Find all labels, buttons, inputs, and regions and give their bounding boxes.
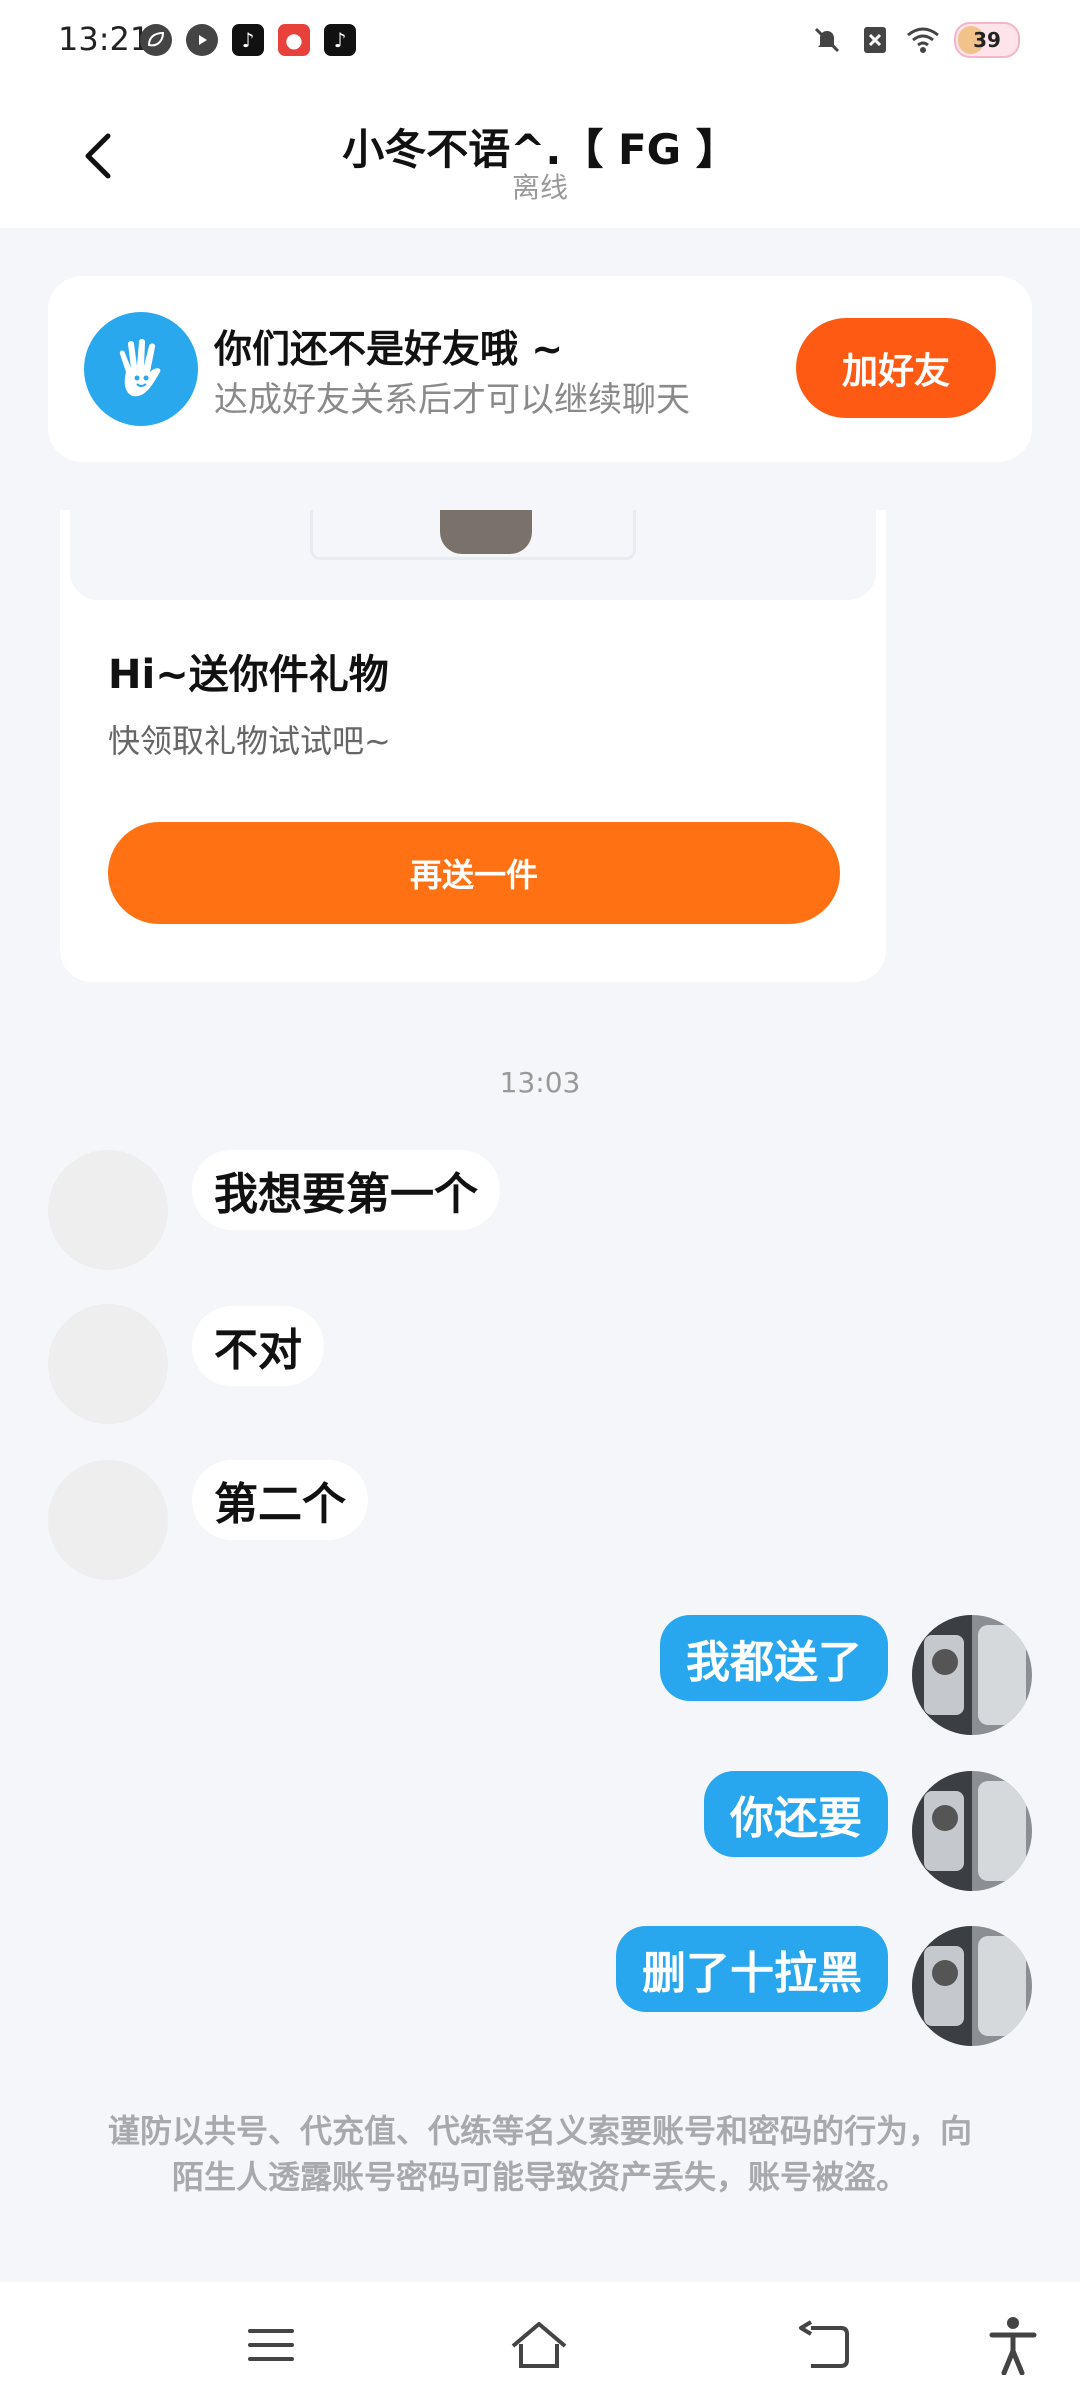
gift-title: Hi~送你件礼物 <box>108 652 389 698</box>
status-bar: 13:21 ♪ ● ♪ 39 <box>0 0 1080 82</box>
mute-icon <box>810 23 844 57</box>
gift-subtitle: 快领取礼物试试吧~ <box>108 722 391 760</box>
menu-icon[interactable] <box>234 2308 308 2382</box>
home-icon[interactable] <box>502 2308 576 2382</box>
send-another-gift-button[interactable]: 再送一件 <box>108 822 840 924</box>
wifi-icon <box>906 23 940 57</box>
wave-hand-icon <box>84 312 198 426</box>
battery-level: 39 <box>973 28 1001 52</box>
message-bubble-outgoing[interactable]: 你还要 <box>704 1771 888 1857</box>
system-nav-bar <box>0 2282 1080 2408</box>
gift-image <box>70 510 876 600</box>
video-play-icon <box>186 24 218 56</box>
tiktok-lite-icon: ♪ <box>324 24 356 56</box>
contact-avatar[interactable] <box>48 1304 168 1424</box>
system-icons: 39 <box>810 22 1020 58</box>
message-bubble-incoming[interactable]: 不对 <box>192 1306 324 1386</box>
my-avatar[interactable] <box>912 1615 1032 1735</box>
not-friends-banner: 你们还不是好友哦 ~ 达成好友关系后才可以继续聊天 加好友 <box>48 276 1032 462</box>
red-app-icon: ● <box>278 24 310 56</box>
message-bubble-outgoing[interactable]: 删了十拉黑 <box>616 1926 888 2012</box>
online-status: 离线 <box>511 171 568 204</box>
my-avatar[interactable] <box>912 1926 1032 2046</box>
gift-card[interactable]: Hi~送你件礼物 快领取礼物试试吧~ 再送一件 <box>60 510 886 982</box>
no-sim-icon <box>858 23 892 57</box>
my-avatar[interactable] <box>912 1771 1032 1891</box>
leaf-icon <box>140 24 172 56</box>
tiktok-icon: ♪ <box>232 24 264 56</box>
back-nav-icon[interactable] <box>788 2308 862 2382</box>
message-bubble-incoming[interactable]: 第二个 <box>192 1460 368 1540</box>
banner-subtitle: 达成好友关系后才可以继续聊天 <box>214 380 690 420</box>
security-warning: 谨防以共号、代充值、代练等名义索要账号和密码的行为，向陌生人透露账号密码可能导致… <box>107 2112 972 2196</box>
time-separator: 13:03 <box>499 1066 581 1099</box>
accessibility-icon[interactable] <box>976 2308 1050 2382</box>
message-bubble-outgoing[interactable]: 我都送了 <box>660 1615 888 1701</box>
battery-icon: 39 <box>954 22 1020 58</box>
chat-header: 小冬不语^.【 FG 】 离线 <box>0 82 1080 228</box>
add-friend-button[interactable]: 加好友 <box>796 318 996 418</box>
contact-avatar[interactable] <box>48 1150 168 1270</box>
status-time: 13:21 <box>58 20 151 58</box>
banner-title: 你们还不是好友哦 ~ <box>214 327 564 371</box>
message-bubble-incoming[interactable]: 我想要第一个 <box>192 1150 500 1230</box>
contact-avatar[interactable] <box>48 1460 168 1580</box>
notification-icons: ♪ ● ♪ <box>140 24 356 56</box>
